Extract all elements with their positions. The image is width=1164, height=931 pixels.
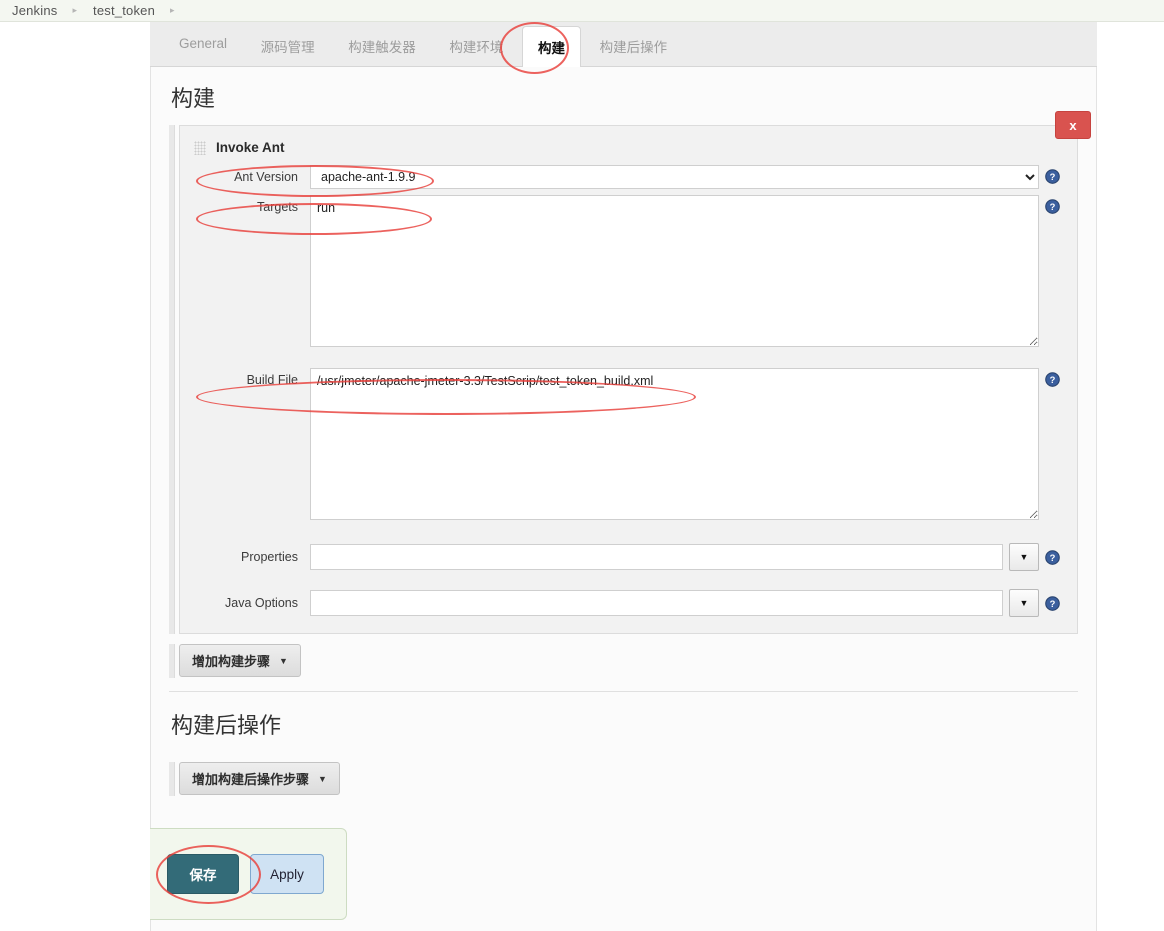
properties-label: Properties — [241, 550, 298, 564]
chevron-down-icon: ▼ — [1019, 598, 1029, 608]
targets-textarea[interactable] — [310, 195, 1039, 347]
add-post-build-step-wrap: 增加构建后操作步骤 ▼ — [169, 762, 1078, 796]
row-properties: Properties ▼ ? — [192, 543, 1065, 571]
ant-version-field: apache-ant-1.9.9 — [310, 165, 1039, 189]
ant-version-label: Ant Version — [234, 170, 298, 184]
java-options-input[interactable] — [310, 590, 1003, 616]
targets-field — [310, 195, 1039, 350]
java-options-dropdown-button[interactable]: ▼ — [1009, 589, 1039, 617]
breadcrumb: Jenkins ▸ test_token ▸ — [0, 0, 1164, 22]
chevron-down-icon: ▼ — [1019, 552, 1029, 562]
properties-input[interactable] — [310, 544, 1003, 570]
svg-text:?: ? — [1049, 552, 1055, 562]
breadcrumb-item-jenkins[interactable]: Jenkins — [10, 3, 59, 18]
build-file-field — [310, 368, 1039, 523]
config-body: 构建 x Invoke Ant Ant Version apache-ant-1… — [150, 67, 1097, 931]
apply-button[interactable]: Apply — [250, 854, 324, 894]
post-build-title: 构建后操作 — [169, 691, 1078, 752]
add-build-step-wrap: 增加构建步骤 ▼ — [169, 644, 1078, 678]
add-post-build-step-rail — [169, 762, 175, 796]
add-post-build-step-label: 增加构建后操作步骤 — [192, 772, 310, 787]
block-title: Invoke Ant — [216, 140, 285, 155]
breadcrumb-item-test-token[interactable]: test_token — [91, 3, 157, 18]
tab-general[interactable]: General — [164, 22, 242, 67]
help-icon-build-file[interactable]: ? — [1039, 368, 1065, 387]
page-title: 构建 — [171, 86, 216, 111]
tab-source-management[interactable]: 源码管理 — [246, 22, 330, 67]
tab-build-triggers[interactable]: 构建触发器 — [333, 22, 431, 67]
help-icon-ant-version[interactable]: ? — [1039, 165, 1065, 184]
row-java-options: Java Options ▼ ? — [192, 589, 1065, 617]
row-targets: Targets ? — [192, 195, 1065, 350]
save-button[interactable]: 保存 — [167, 854, 239, 894]
help-icon-java-options[interactable]: ? — [1039, 595, 1065, 611]
properties-field: ▼ — [310, 543, 1039, 571]
block-header: Invoke Ant — [192, 136, 1065, 165]
tab-build[interactable]: 构建 — [522, 26, 582, 67]
svg-text:?: ? — [1049, 202, 1055, 212]
svg-text:?: ? — [1049, 172, 1055, 182]
ant-version-select[interactable]: apache-ant-1.9.9 — [310, 165, 1039, 189]
row-ant-version: Ant Version apache-ant-1.9.9 ? — [192, 165, 1065, 189]
tab-build-environment[interactable]: 构建环境 — [434, 22, 518, 67]
row-build-file: Build File ? — [192, 368, 1065, 523]
form-action-bar: 保存 Apply — [150, 828, 347, 920]
java-options-field: ▼ — [310, 589, 1039, 617]
add-build-step-label: 增加构建步骤 — [192, 654, 271, 669]
build-file-textarea[interactable] — [310, 368, 1039, 520]
svg-text:?: ? — [1049, 375, 1055, 385]
targets-label: Targets — [257, 200, 298, 214]
java-options-label: Java Options — [225, 596, 298, 610]
drag-handle-icon[interactable] — [194, 140, 206, 155]
add-build-step-button[interactable]: 增加构建步骤 ▼ — [179, 644, 301, 677]
properties-dropdown-button[interactable]: ▼ — [1009, 543, 1039, 571]
help-icon-targets[interactable]: ? — [1039, 195, 1065, 214]
block-drag-rail[interactable] — [169, 125, 175, 634]
add-post-build-step-button[interactable]: 增加构建后操作步骤 ▼ — [179, 762, 340, 795]
build-step-invoke-ant: x Invoke Ant Ant Version apache-ant-1.9.… — [169, 111, 1091, 634]
config-page: General 源码管理 构建触发器 构建环境 构建 构建后操作 构建 x In… — [150, 22, 1097, 931]
help-icon-properties[interactable]: ? — [1039, 549, 1065, 565]
chevron-down-icon: ▼ — [279, 655, 288, 666]
delete-build-step-button[interactable]: x — [1055, 111, 1091, 139]
add-build-step-rail — [169, 644, 175, 678]
breadcrumb-separator-icon-2: ▸ — [170, 5, 175, 15]
tab-post-build-actions[interactable]: 构建后操作 — [585, 22, 683, 67]
config-tab-bar: General 源码管理 构建触发器 构建环境 构建 构建后操作 — [150, 22, 1097, 67]
svg-text:?: ? — [1049, 598, 1055, 608]
chevron-down-icon: ▼ — [318, 773, 327, 784]
build-file-label: Build File — [246, 373, 298, 387]
breadcrumb-separator-icon: ▸ — [72, 5, 78, 15]
